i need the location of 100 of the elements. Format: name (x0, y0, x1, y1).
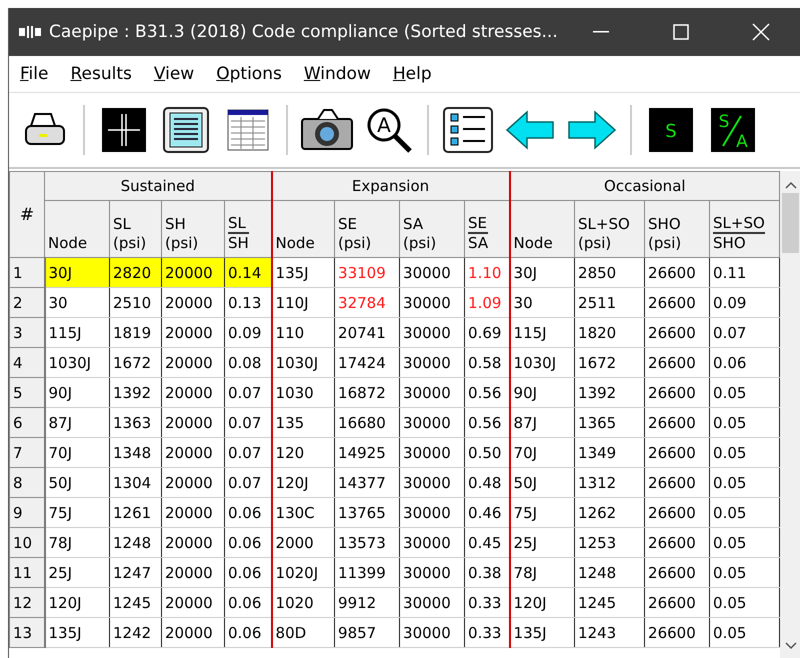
table-cell: 80D (272, 618, 335, 648)
table-cell: 0.69 (464, 318, 510, 348)
table-cell: 20000 (162, 318, 224, 348)
row-number: 5 (10, 378, 44, 408)
scroll-thumb[interactable] (782, 193, 799, 253)
table-cell: 20000 (162, 258, 224, 288)
table-cell: 130C (272, 498, 335, 528)
table-cell: 0.05 (710, 618, 780, 648)
table-cell: 87J (510, 408, 575, 438)
table-cell: 87J (44, 408, 110, 438)
column-header: SA (psi) (400, 200, 465, 258)
group-header: Expansion (272, 172, 510, 200)
table-cell: 0.13 (224, 288, 272, 318)
table-cell: 20000 (162, 438, 224, 468)
table-cell: 20000 (162, 288, 224, 318)
table-cell: 1348 (110, 438, 162, 468)
table-cell: 1020 (272, 588, 335, 618)
table-cell: 1262 (574, 498, 645, 528)
table-cell: 20000 (162, 558, 224, 588)
table-cell: 26600 (644, 408, 710, 438)
table-cell: 26600 (644, 528, 710, 558)
table-cell: 0.07 (710, 318, 780, 348)
row-number: 2 (10, 288, 44, 318)
table-cell: 0.48 (464, 468, 510, 498)
table-cell: 0.06 (224, 528, 272, 558)
zoom-button[interactable]: A (361, 104, 417, 156)
column-header: SE SA (464, 200, 510, 258)
table-cell: 2511 (574, 288, 645, 318)
row-number: 12 (10, 588, 44, 618)
table-cell: 0.05 (710, 468, 780, 498)
table-cell: 20000 (162, 588, 224, 618)
menu-item[interactable]: Help (382, 64, 443, 84)
table-cell: 0.09 (710, 288, 780, 318)
table-cell: 16872 (334, 378, 400, 408)
table-cell: 110 (272, 318, 335, 348)
table-cell: 0.05 (710, 588, 780, 618)
table-cell: 1.09 (464, 288, 510, 318)
menu-item[interactable]: File (9, 64, 60, 84)
group-header: Sustained (44, 172, 272, 200)
menu-item[interactable]: Results (59, 64, 143, 84)
row-number: 3 (10, 318, 44, 348)
list-button[interactable] (440, 104, 496, 156)
close-icon[interactable] (752, 23, 770, 41)
table-cell: 26600 (644, 378, 710, 408)
table-cell: 1243 (574, 618, 645, 648)
table-cell: 1030J (272, 348, 335, 378)
table-cell: 30000 (400, 588, 465, 618)
table-cell: 30J (44, 258, 110, 288)
table-cell: 75J (510, 498, 575, 528)
table-cell: 0.05 (710, 408, 780, 438)
table-cell: 26600 (644, 258, 710, 288)
table-cell: 20000 (162, 618, 224, 648)
table-cell: 26600 (644, 618, 710, 648)
table-cell: 26600 (644, 558, 710, 588)
table-cell: 135J (44, 618, 110, 648)
table-cell: 0.07 (224, 408, 272, 438)
table-cell: 0.58 (464, 348, 510, 378)
row-number: 4 (10, 348, 44, 378)
table-cell: 20000 (162, 408, 224, 438)
row-number: 10 (10, 528, 44, 558)
menu-item[interactable]: Options (205, 64, 293, 84)
table-cell: 1245 (110, 588, 162, 618)
table-cell: 0.56 (464, 378, 510, 408)
table-cell: 1312 (574, 468, 645, 498)
table-cell: 30000 (400, 378, 465, 408)
table-cell: 0.05 (710, 498, 780, 528)
table-cell: 90J (510, 378, 575, 408)
row-number: 11 (10, 558, 44, 588)
app-icon (19, 26, 41, 38)
column-header: SL+SO SHO (710, 200, 780, 258)
table-cell: 2000 (272, 528, 335, 558)
table-cell: 1349 (574, 438, 645, 468)
table-cell: 0.50 (464, 438, 510, 468)
column-header: Node (44, 200, 110, 258)
maximize-icon[interactable] (673, 24, 689, 40)
scrollbar[interactable] (780, 171, 800, 658)
scroll-up-icon[interactable] (784, 181, 796, 189)
column-header: SL SH (224, 200, 272, 258)
table-cell: 1253 (574, 528, 645, 558)
table-cell: 33109 (334, 258, 400, 288)
minimize-icon[interactable] (593, 31, 609, 33)
scroll-down-icon[interactable] (784, 642, 796, 650)
table-cell: 14377 (334, 468, 400, 498)
table-cell: 9857 (334, 618, 400, 648)
menu-item[interactable]: Window (292, 64, 382, 84)
table-cell: 0.07 (224, 468, 272, 498)
table-cell: 90J (44, 378, 110, 408)
table-cell: 0.06 (710, 348, 780, 378)
table-cell: 25J (510, 528, 575, 558)
table-cell: 30 (510, 288, 575, 318)
menu-item[interactable]: View (142, 64, 206, 84)
table-cell: 1363 (110, 408, 162, 438)
table-cell: 25J (44, 558, 110, 588)
row-number: 13 (10, 618, 44, 648)
table-cell: 26600 (644, 318, 710, 348)
table-cell: 2850 (574, 258, 645, 288)
table-cell: 1304 (110, 468, 162, 498)
table-cell: 20741 (334, 318, 400, 348)
table-cell: 30000 (400, 618, 465, 648)
table-cell: 30J (510, 258, 575, 288)
